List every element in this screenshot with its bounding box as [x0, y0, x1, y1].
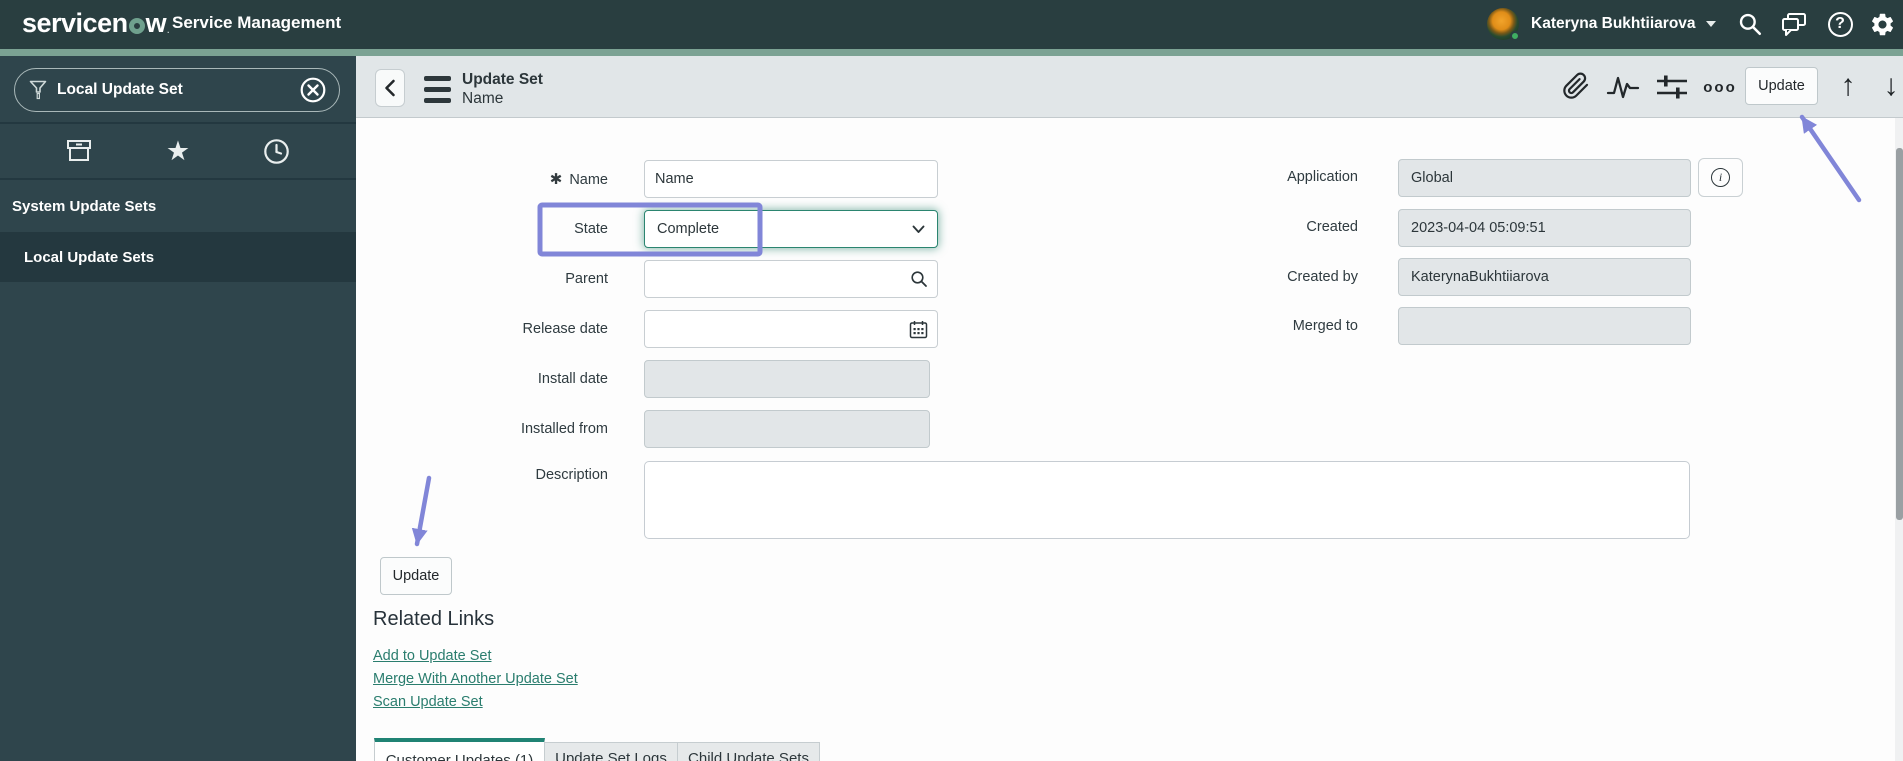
- name-label: ✱ Name: [549, 171, 608, 188]
- help-icon[interactable]: ?: [1824, 8, 1856, 40]
- select-chevron-icon: [912, 225, 925, 233]
- lookup-search-icon: [910, 271, 927, 287]
- description-label: Description: [535, 467, 608, 483]
- logo-o-icon: [128, 17, 145, 34]
- sidebar-item-local-update-sets[interactable]: Local Update Sets: [0, 232, 356, 282]
- release-date-input[interactable]: [644, 310, 901, 348]
- parent-input[interactable]: [644, 260, 901, 298]
- application-navigator: ★ System Update Sets Local Update Sets: [0, 56, 356, 761]
- parent-label: Parent: [565, 271, 608, 287]
- state-label: State: [574, 221, 608, 237]
- sidebar-item-label: System Update Sets: [12, 197, 157, 215]
- release-date-label: Release date: [522, 321, 608, 337]
- install-date-field: [644, 360, 930, 398]
- vertical-scrollbar-thumb[interactable]: [1896, 148, 1903, 520]
- servicenow-app: servicen w . Service Management Kateryna …: [0, 0, 1903, 761]
- navigator-tabs: ★: [0, 124, 356, 178]
- favorites-star-icon[interactable]: ★: [158, 131, 198, 171]
- merged-to-field: [1398, 307, 1691, 345]
- update-button-toolbar[interactable]: Update: [1745, 67, 1818, 105]
- info-icon: i: [1711, 168, 1730, 187]
- personalize-form-sliders-icon[interactable]: [1654, 72, 1690, 102]
- avatar: [1487, 8, 1520, 41]
- servicenow-logo[interactable]: servicen w .: [22, 8, 169, 39]
- required-marker: ✱: [549, 171, 563, 188]
- application-field: Global: [1398, 159, 1691, 197]
- tab-update-set-logs[interactable]: Update Set Logs: [545, 742, 678, 761]
- clear-filter-icon[interactable]: [299, 76, 327, 104]
- history-clock-icon[interactable]: [257, 131, 297, 171]
- sidebar-item-label: Local Update Sets: [24, 248, 155, 266]
- merged-to-label: Merged to: [1292, 318, 1358, 334]
- back-button[interactable]: [375, 69, 405, 107]
- form-context-menu-icon[interactable]: [424, 76, 451, 103]
- created-label: Created: [1306, 219, 1358, 235]
- sidebar-item-system-update-sets[interactable]: System Update Sets: [0, 180, 356, 232]
- connect-chat-icon[interactable]: [1778, 8, 1810, 40]
- link-add-to-update-set[interactable]: Add to Update Set: [373, 648, 492, 664]
- state-selected-value: Complete: [657, 221, 720, 237]
- application-label: Application: [1287, 169, 1358, 185]
- settings-gear-icon[interactable]: [1866, 8, 1898, 40]
- banner-accent-line: [0, 49, 1903, 56]
- install-date-label: Install date: [537, 371, 608, 387]
- logo-text-suffix: w: [145, 8, 167, 38]
- name-input[interactable]: [644, 160, 938, 198]
- question-mark-glyph: ?: [1827, 11, 1853, 37]
- state-select[interactable]: Complete: [644, 210, 938, 248]
- form-title-block: Update Set Name: [462, 71, 543, 107]
- presence-dot: [1510, 31, 1520, 41]
- activity-stream-icon[interactable]: [1604, 72, 1642, 102]
- product-name: Service Management: [172, 13, 342, 32]
- more-options-icon[interactable]: ooo: [1700, 76, 1740, 98]
- global-search-icon[interactable]: [1734, 8, 1766, 40]
- logo-trademark-dot: .: [167, 26, 169, 35]
- calendar-icon: [909, 320, 928, 338]
- created-by-field: KaterynaBukhtiiarova: [1398, 258, 1691, 296]
- form-title: Update Set: [462, 71, 543, 88]
- annotation-arrow-update-toolbar: [1799, 114, 1862, 203]
- navigator-filter-input[interactable]: [57, 81, 299, 99]
- link-merge-with-another-update-set[interactable]: Merge With Another Update Set: [373, 671, 578, 687]
- attachment-paperclip-icon[interactable]: [1560, 68, 1592, 104]
- link-scan-update-set[interactable]: Scan Update Set: [373, 694, 483, 710]
- record-name: Name: [462, 90, 504, 108]
- previous-record-arrow-icon[interactable]: ↑: [1832, 68, 1864, 104]
- release-date-calendar-button[interactable]: [900, 310, 938, 348]
- logo-text-prefix: servicen: [22, 8, 128, 38]
- application-info-button[interactable]: i: [1698, 158, 1743, 197]
- chevron-down-icon: [1705, 21, 1716, 27]
- tab-customer-updates[interactable]: Customer Updates (1): [374, 738, 545, 761]
- description-textarea[interactable]: [644, 461, 1690, 539]
- update-button-form[interactable]: Update: [380, 557, 452, 595]
- created-by-label: Created by: [1287, 269, 1358, 285]
- related-links-title: Related Links: [373, 608, 495, 630]
- annotation-arrow-update-bottom: [411, 475, 432, 547]
- installed-from-label: Installed from: [520, 421, 608, 437]
- created-field: 2023-04-04 05:09:51: [1398, 209, 1691, 247]
- navigator-filter-box[interactable]: [14, 68, 340, 112]
- filter-funnel-icon: [29, 80, 47, 100]
- user-name: Kateryna Bukhtiiarova: [1531, 15, 1696, 32]
- user-menu[interactable]: Kateryna Bukhtiiarova: [1487, 8, 1716, 41]
- installed-from-field: [644, 410, 930, 448]
- parent-lookup-button[interactable]: [900, 260, 938, 298]
- top-banner: servicen w . Service Management Kateryna …: [0, 0, 1903, 49]
- tab-child-update-sets[interactable]: Child Update Sets: [678, 742, 820, 761]
- next-record-arrow-icon[interactable]: ↓: [1875, 68, 1903, 104]
- all-applications-archive-icon[interactable]: [59, 131, 99, 171]
